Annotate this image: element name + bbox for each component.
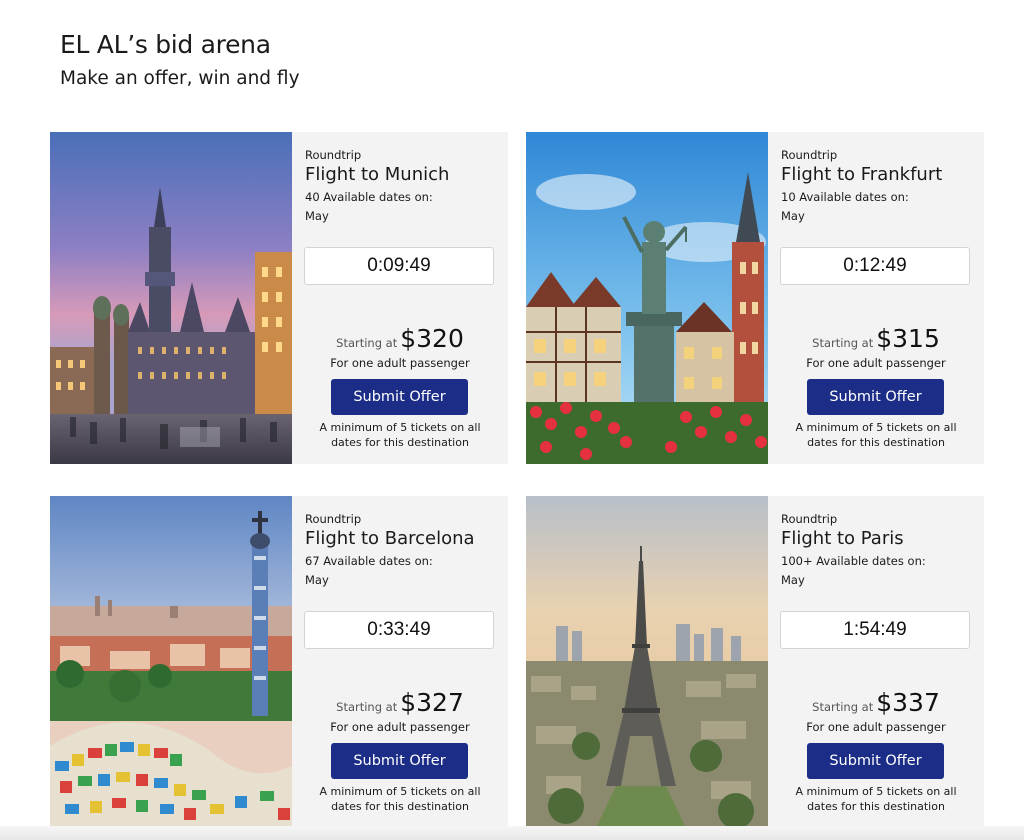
starting-at-label: Starting at [336, 700, 398, 714]
flight-card-munich: Roundtrip Flight to Munich 40 Available … [50, 132, 508, 464]
available-dates-month: May [781, 209, 805, 223]
available-dates-month: May [781, 573, 805, 587]
price-value: $337 [876, 688, 940, 717]
flight-card-frankfurt: Roundtrip Flight to Frankfurt 10 Availab… [526, 132, 984, 464]
munich-photo [50, 132, 292, 464]
page-subtitle: Make an offer, win and fly [60, 68, 300, 89]
submit-offer-button[interactable]: Submit Offer [331, 743, 468, 779]
price-value: $315 [876, 324, 940, 353]
barcelona-photo [50, 496, 292, 828]
passenger-label: For one adult passenger [330, 356, 470, 370]
countdown-timer: 1:54:49 [780, 611, 970, 649]
flight-card-info: Roundtrip Flight to Paris 100+ Available… [768, 496, 984, 828]
price-value: $327 [400, 688, 464, 717]
submit-offer-button[interactable]: Submit Offer [807, 379, 944, 415]
destination-title: Flight to Munich [305, 164, 450, 185]
submit-offer-button[interactable]: Submit Offer [331, 379, 468, 415]
countdown-timer: 0:09:49 [304, 247, 494, 285]
trip-type-label: Roundtrip [305, 148, 362, 162]
flight-card-info: Roundtrip Flight to Frankfurt 10 Availab… [768, 132, 984, 464]
starting-at-label: Starting at [812, 700, 874, 714]
page-title: EL AL’s bid arena [60, 30, 271, 59]
trip-type-label: Roundtrip [781, 512, 838, 526]
paris-photo [526, 496, 768, 828]
flight-card-info: Roundtrip Flight to Barcelona 67 Availab… [292, 496, 508, 828]
trip-type-label: Roundtrip [305, 512, 362, 526]
starting-at-label: Starting at [336, 336, 398, 350]
available-dates-month: May [305, 209, 329, 223]
trip-type-label: Roundtrip [781, 148, 838, 162]
price-row: Starting at $315 [768, 324, 984, 353]
price-value: $320 [400, 324, 464, 353]
minimum-tickets-note: A minimum of 5 tickets on all dates for … [319, 421, 481, 449]
available-dates-month: May [305, 573, 329, 587]
minimum-tickets-note: A minimum of 5 tickets on all dates for … [319, 785, 481, 813]
destination-title: Flight to Frankfurt [781, 164, 943, 185]
countdown-timer: 0:12:49 [780, 247, 970, 285]
submit-offer-button[interactable]: Submit Offer [807, 743, 944, 779]
minimum-tickets-note: A minimum of 5 tickets on all dates for … [795, 421, 957, 449]
destination-title: Flight to Paris [781, 528, 904, 549]
bottom-edge-divider [0, 826, 1024, 840]
passenger-label: For one adult passenger [806, 356, 946, 370]
destination-title: Flight to Barcelona [305, 528, 475, 549]
price-row: Starting at $320 [292, 324, 508, 353]
price-row: Starting at $337 [768, 688, 984, 717]
price-row: Starting at $327 [292, 688, 508, 717]
available-dates-count: 40 Available dates on: [305, 190, 433, 204]
minimum-tickets-note: A minimum of 5 tickets on all dates for … [795, 785, 957, 813]
countdown-timer: 0:33:49 [304, 611, 494, 649]
available-dates-count: 100+ Available dates on: [781, 554, 926, 568]
flight-card-paris: Roundtrip Flight to Paris 100+ Available… [526, 496, 984, 828]
bid-arena-page: EL AL’s bid arena Make an offer, win and… [0, 0, 1024, 840]
frankfurt-photo [526, 132, 768, 464]
starting-at-label: Starting at [812, 336, 874, 350]
passenger-label: For one adult passenger [330, 720, 470, 734]
flight-card-info: Roundtrip Flight to Munich 40 Available … [292, 132, 508, 464]
available-dates-count: 10 Available dates on: [781, 190, 909, 204]
flight-card-barcelona: Roundtrip Flight to Barcelona 67 Availab… [50, 496, 508, 828]
passenger-label: For one adult passenger [806, 720, 946, 734]
available-dates-count: 67 Available dates on: [305, 554, 433, 568]
